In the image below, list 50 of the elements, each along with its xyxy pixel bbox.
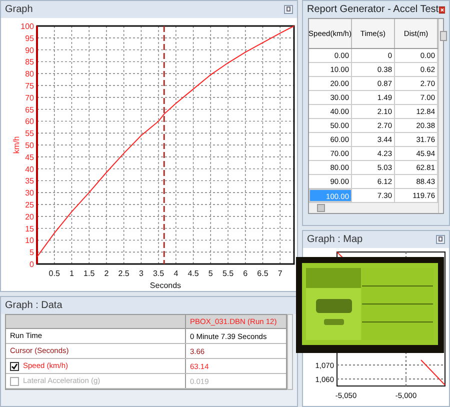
y-tick-label: 100 bbox=[20, 22, 34, 31]
x-tick-label: 1.5 bbox=[84, 269, 95, 278]
checkbox[interactable] bbox=[10, 362, 19, 370]
x-tick-label: 3.5 bbox=[153, 269, 164, 278]
panel-title: Graph : Map bbox=[307, 233, 363, 247]
y-tick-label: 30 bbox=[25, 188, 34, 198]
y-tick-label: 75 bbox=[25, 82, 34, 90]
pin-icon[interactable] bbox=[436, 235, 445, 244]
y-tick-label: 25 bbox=[25, 200, 34, 210]
x-axis-label: Seconds bbox=[150, 281, 182, 290]
y-tick-label: 40 bbox=[25, 164, 34, 174]
x-tick-label: 3 bbox=[138, 269, 144, 278]
y-tick-label: 35 bbox=[25, 176, 34, 186]
x-tick-label: 4 bbox=[174, 269, 178, 278]
y-tick-label: 5 bbox=[30, 248, 34, 258]
y-tick-label: 50 bbox=[25, 141, 34, 150]
x-tick-label: 6 bbox=[243, 269, 248, 278]
cursor-line[interactable] bbox=[163, 26, 165, 264]
x-tick-label: 4.5 bbox=[188, 269, 199, 278]
x-tick-label: 2 bbox=[104, 269, 109, 278]
checkbox[interactable] bbox=[10, 376, 19, 386]
scrollbar[interactable] bbox=[287, 314, 293, 390]
y-tick-label: 10 bbox=[25, 236, 34, 246]
x-tick-label: 2.5 bbox=[118, 269, 130, 278]
panel-title: Graph : Data bbox=[5, 299, 62, 313]
y-axis-label: km/h bbox=[12, 136, 21, 154]
y-tick-label: 45 bbox=[25, 152, 34, 162]
y-tick-label: 95 bbox=[25, 34, 34, 43]
x-tick-label: 5 bbox=[208, 269, 213, 278]
panel-title: Report Generator - Accel Test bbox=[307, 3, 439, 17]
x-tick-label: 6.5 bbox=[257, 269, 268, 278]
close-icon[interactable] bbox=[438, 4, 445, 14]
x-tick-label: 0.5 bbox=[48, 269, 60, 278]
y-tick-label: 80 bbox=[25, 70, 34, 79]
y-tick-label: 70 bbox=[25, 93, 34, 102]
y-tick-label: 55 bbox=[25, 129, 34, 138]
x-tick-label: 1 bbox=[70, 269, 74, 278]
y-tick-label: 90 bbox=[25, 46, 34, 55]
y-tick-label: 60 bbox=[25, 117, 34, 126]
y-tick-label: 20 bbox=[25, 212, 34, 222]
y-tick-label: 65 bbox=[25, 105, 34, 114]
panel-title: Graph bbox=[5, 3, 33, 17]
y-tick-label: 15 bbox=[25, 224, 34, 234]
pin-icon[interactable] bbox=[284, 5, 293, 14]
y-tick-label: 85 bbox=[25, 58, 34, 67]
horizontal-scrollbar[interactable] bbox=[309, 203, 438, 213]
x-tick-label: 7 bbox=[278, 269, 282, 278]
x-tick-label: 5.5 bbox=[222, 269, 234, 278]
check-icon bbox=[11, 362, 18, 370]
y-tick-label: 0 bbox=[30, 260, 34, 269]
